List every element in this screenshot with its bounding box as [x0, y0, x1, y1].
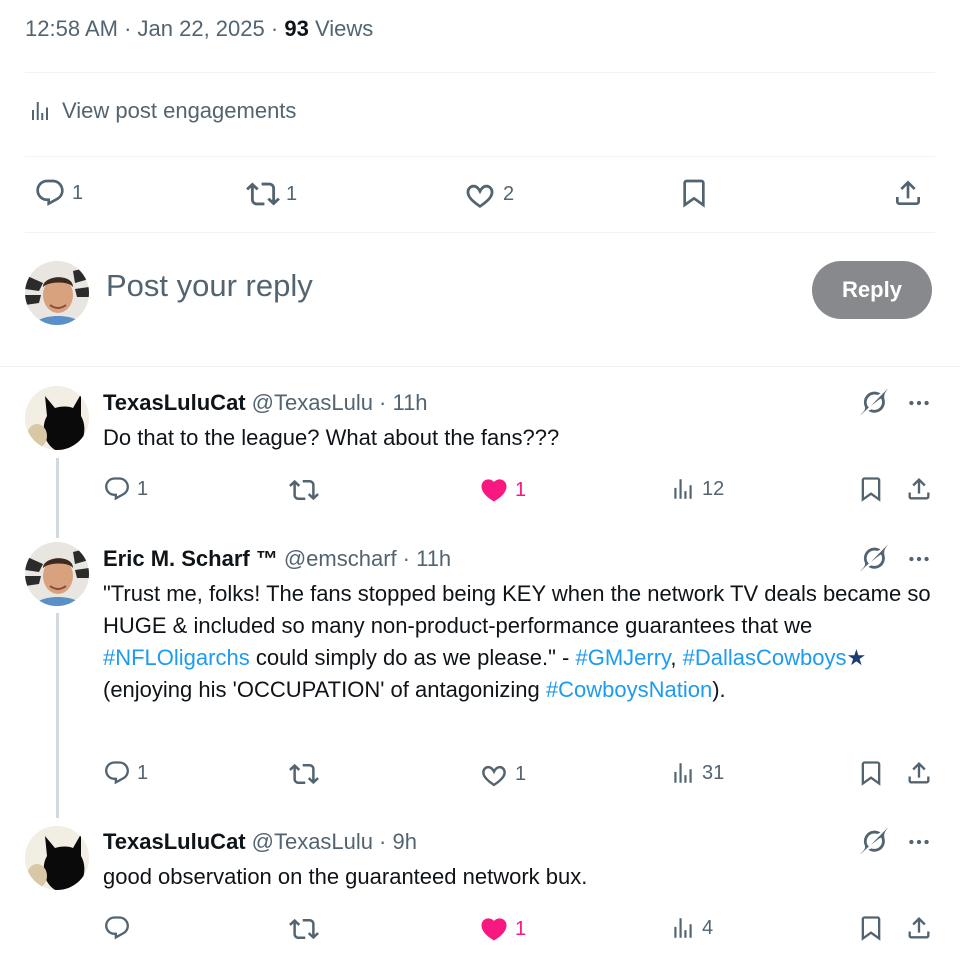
engagements-label: View post engagements [62, 98, 297, 123]
display-name[interactable]: Eric M. Scharf ™ [103, 546, 278, 572]
like-action[interactable]: 1 [479, 914, 526, 944]
repost-icon [246, 177, 280, 211]
views-count: 4 [702, 916, 714, 939]
reply-icon [103, 759, 131, 787]
views-label: Views [314, 16, 374, 41]
bookmark-action[interactable] [678, 176, 710, 210]
views-action[interactable]: 4 [670, 915, 713, 941]
views-action[interactable]: 31 [670, 760, 724, 786]
more-icon[interactable] [906, 390, 932, 416]
reply-header: Eric M. Scharf ™ @emscharf · 11h [103, 546, 451, 572]
reply-count: 1 [137, 761, 149, 784]
avatar[interactable] [25, 826, 89, 890]
reply-icon [103, 914, 131, 942]
repost-action[interactable] [289, 759, 319, 789]
reply-icon [34, 177, 66, 209]
like-icon [479, 914, 509, 944]
more-icon[interactable] [906, 829, 932, 855]
share-icon[interactable] [905, 474, 933, 504]
reply-action[interactable]: 1 [103, 759, 148, 787]
bookmark-icon [678, 176, 710, 210]
hashtag-link[interactable]: #NFLOligarchs [103, 645, 250, 670]
thread-line [56, 458, 59, 538]
reply-action[interactable] [103, 914, 131, 942]
avatar[interactable] [25, 386, 89, 450]
star-emoji-icon: ★ [846, 645, 867, 670]
like-icon [479, 759, 509, 789]
divider [25, 156, 935, 157]
analytics-icon [670, 760, 696, 786]
share-action[interactable] [892, 176, 924, 210]
repost-action[interactable] [289, 475, 319, 505]
hashtag-link[interactable]: #GMJerry [575, 645, 670, 670]
like-action[interactable]: 1 [479, 475, 526, 505]
analytics-icon [28, 99, 52, 123]
like-icon [463, 177, 497, 211]
repost-icon [289, 914, 319, 944]
post-meta: 12:58 AM · Jan 22, 2025 · 93 Views [25, 16, 374, 41]
repost-action[interactable]: 1 [246, 177, 297, 211]
more-icon[interactable] [906, 546, 932, 572]
reply-text: good observation on the guaranteed netwo… [103, 864, 588, 889]
reply-header: TexasLuluCat @TexasLulu · 11h [103, 390, 428, 416]
repost-action[interactable] [289, 914, 319, 944]
repost-icon [289, 475, 319, 505]
divider [0, 366, 960, 367]
display-name[interactable]: TexasLuluCat [103, 390, 246, 416]
display-name[interactable]: TexasLuluCat [103, 829, 246, 855]
post-time[interactable]: 12:58 AM [25, 16, 118, 41]
views-count: 12 [702, 477, 725, 500]
grok-icon[interactable] [860, 388, 888, 416]
like-action[interactable]: 1 [479, 759, 526, 789]
share-icon [892, 176, 924, 210]
grok-icon[interactable] [860, 544, 888, 572]
reply-action[interactable]: 1 [103, 475, 148, 503]
share-icon[interactable] [905, 913, 933, 943]
repost-icon [289, 759, 319, 789]
reply-count: 1 [72, 181, 84, 204]
hashtag-link[interactable]: #DallasCowboys [683, 645, 847, 670]
like-count: 2 [503, 182, 515, 205]
share-icon[interactable] [905, 758, 933, 788]
reply-time[interactable]: · 9h [379, 829, 417, 855]
user-handle[interactable]: @emscharf [284, 546, 397, 572]
bookmark-icon[interactable] [857, 913, 885, 943]
like-icon [479, 475, 509, 505]
bookmark-icon[interactable] [857, 474, 885, 504]
reply-text: "Trust me, folks! The fans stopped being… [103, 581, 931, 702]
reply-action[interactable]: 1 [34, 177, 83, 209]
divider [25, 72, 935, 73]
avatar[interactable] [25, 261, 89, 325]
avatar[interactable] [25, 542, 89, 606]
user-handle[interactable]: @TexasLulu [252, 390, 373, 416]
reply-header: TexasLuluCat @TexasLulu · 9h [103, 829, 417, 855]
reply-time[interactable]: · 11h [403, 546, 452, 572]
analytics-icon [670, 476, 696, 502]
like-count: 1 [515, 762, 527, 785]
reply-button[interactable]: Reply [812, 261, 932, 319]
like-count: 1 [515, 478, 527, 501]
view-engagements-link[interactable]: View post engagements [28, 98, 296, 124]
reply-time[interactable]: · 11h [379, 390, 428, 416]
views-count: 93 [284, 16, 309, 41]
hashtag-link[interactable]: #CowboysNation [546, 677, 712, 702]
bookmark-icon[interactable] [857, 758, 885, 788]
grok-icon[interactable] [860, 827, 888, 855]
thread-line [56, 613, 59, 818]
reply-count: 1 [137, 477, 149, 500]
repost-count: 1 [286, 182, 298, 205]
like-count: 1 [515, 917, 527, 940]
views-count: 31 [702, 761, 725, 784]
views-action[interactable]: 12 [670, 476, 724, 502]
analytics-icon [670, 915, 696, 941]
post-date[interactable]: Jan 22, 2025 [138, 16, 265, 41]
divider [25, 232, 935, 233]
user-handle[interactable]: @TexasLulu [252, 829, 373, 855]
like-action[interactable]: 2 [463, 177, 514, 211]
reply-icon [103, 475, 131, 503]
reply-text: Do that to the league? What about the fa… [103, 425, 560, 450]
reply-input[interactable]: Post your reply [106, 268, 313, 304]
